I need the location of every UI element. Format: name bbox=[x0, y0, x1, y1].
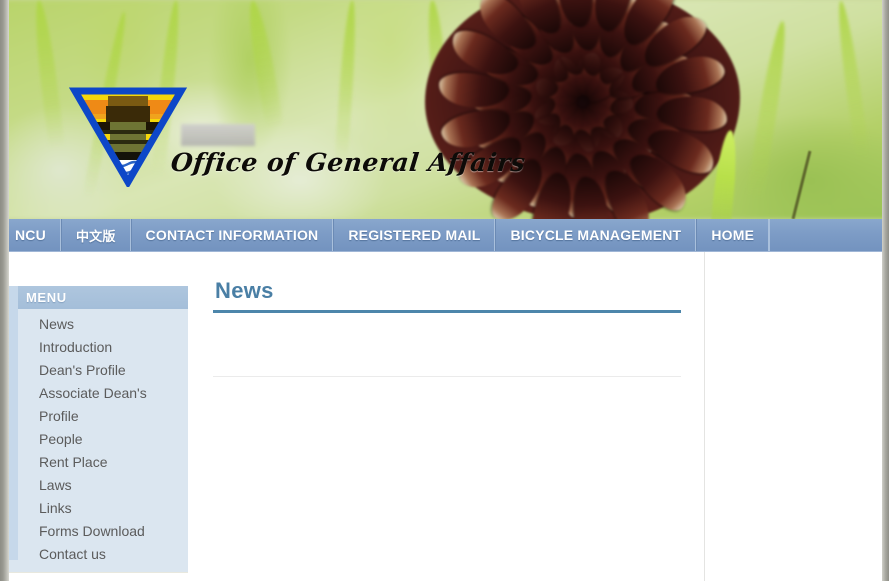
sidebar-item-laws[interactable]: Laws bbox=[9, 474, 188, 497]
main-content: News bbox=[213, 278, 681, 546]
nav-item-[interactable]: 中文版 bbox=[60, 219, 131, 251]
sidebar-item-contact-us[interactable]: Contact us bbox=[9, 543, 188, 566]
nav-item-contact-information[interactable]: CONTACT INFORMATION bbox=[130, 219, 334, 251]
sidebar-item-news[interactable]: News bbox=[9, 313, 188, 336]
sidebar-item-dean-s-profile[interactable]: Dean's Profile bbox=[9, 359, 188, 382]
brand-wordmark: Office of General Affairs bbox=[169, 148, 526, 177]
sidebar-left-accent bbox=[9, 286, 18, 560]
page-title: News bbox=[215, 278, 274, 303]
nav-item-home[interactable]: HOME bbox=[696, 219, 770, 251]
page-title-underline bbox=[213, 310, 681, 313]
sidebar-menu-list: News Introduction Dean's Profile Associate … bbox=[9, 309, 188, 566]
news-list-area bbox=[213, 376, 681, 546]
navbar-empty-filler bbox=[769, 219, 889, 251]
pine-cone-image bbox=[425, 0, 740, 219]
sidebar-item-people[interactable]: People bbox=[9, 428, 188, 451]
page-root: Office of General Affairs NCU 中文版 CONTACT I… bbox=[0, 0, 889, 581]
window-left-edge bbox=[0, 0, 9, 581]
nav-item-registered-mail[interactable]: REGISTERED MAIL bbox=[333, 219, 496, 251]
main-navigation-bar: NCU 中文版 CONTACT INFORMATION REGISTERED MAIL… bbox=[0, 219, 889, 252]
nav-item-bicycle-management[interactable]: BICYCLE MANAGEMENT bbox=[495, 219, 697, 251]
sidebar-menu-header: MENU bbox=[9, 286, 188, 309]
sidebar-item-profile[interactable]: Profile bbox=[9, 405, 188, 428]
sidebar-item-links[interactable]: Links bbox=[9, 497, 188, 520]
site-banner: Office of General Affairs bbox=[0, 0, 889, 219]
brand-wordmark-part1: Office of bbox=[169, 148, 298, 177]
sidebar-item-introduction[interactable]: Introduction bbox=[9, 336, 188, 359]
sidebar-item-associate-dean-s[interactable]: Associate Dean's bbox=[9, 382, 188, 405]
brand-wordmark-part2: General Affairs bbox=[304, 148, 527, 177]
sidebar-item-forms-download[interactable]: Forms Download bbox=[9, 520, 188, 543]
content-divider bbox=[213, 376, 681, 377]
nav-item-ncu[interactable]: NCU bbox=[0, 219, 61, 251]
redacted-chinese-title bbox=[181, 124, 255, 146]
sidebar-item-rent-place[interactable]: Rent Place bbox=[9, 451, 188, 474]
sidebar-menu: MENU News Introduction Dean's Profile Assoc… bbox=[9, 286, 188, 573]
window-right-scrollbar[interactable] bbox=[882, 0, 889, 581]
